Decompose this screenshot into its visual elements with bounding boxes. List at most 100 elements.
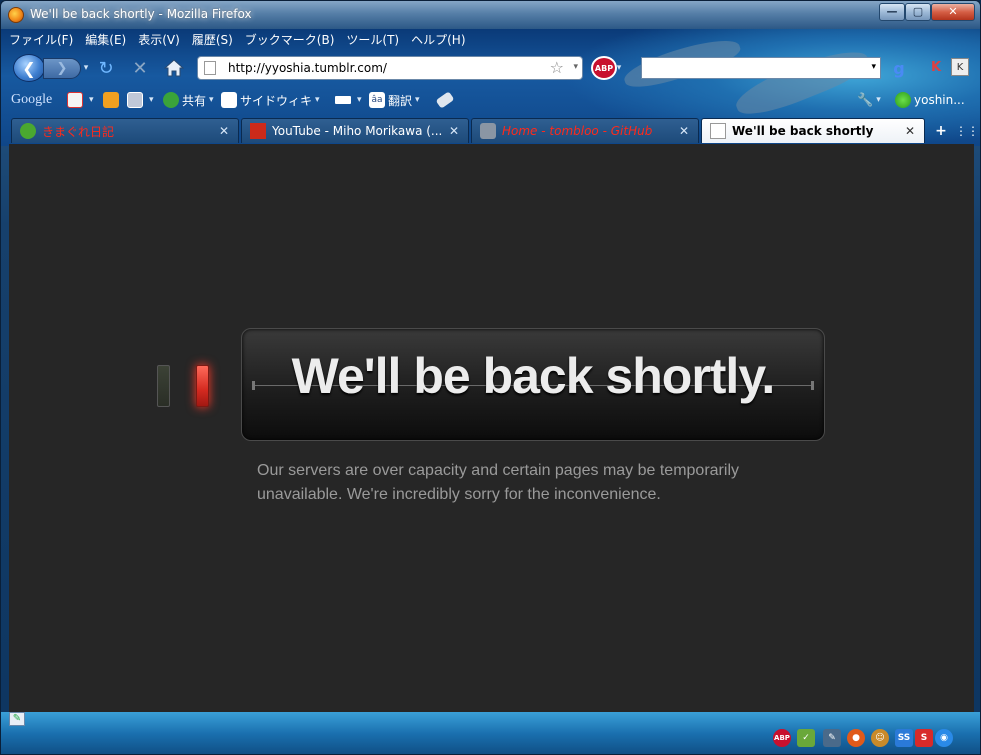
status-light-red <box>196 365 209 407</box>
adblock-dropdown[interactable]: ▾ <box>615 63 623 73</box>
menu-tools[interactable]: ツール(T) <box>346 31 399 49</box>
browser-window: We'll be back shortly - Mozilla Firefox … <box>0 0 981 755</box>
reload-icon: ↻ <box>98 57 114 79</box>
home-button[interactable] <box>163 57 185 79</box>
ss-status-icon[interactable]: SS <box>895 729 913 747</box>
sidewiki-label: サイドウィキ <box>240 93 313 108</box>
tab-github[interactable]: Home - tombloo - GitHub ✕ <box>471 118 699 143</box>
tab-close-icon[interactable]: ✕ <box>446 124 462 138</box>
note-status-icon[interactable]: ✓ <box>797 729 815 747</box>
google-bookmark[interactable]: Google <box>11 90 52 110</box>
url-dropdown[interactable]: ▾ <box>573 62 578 72</box>
title-bar: We'll be back shortly - Mozilla Firefox … <box>1 1 980 29</box>
github-favicon <box>480 123 496 139</box>
ff-status-icon[interactable]: ● <box>847 729 865 747</box>
calendar-icon <box>127 92 143 108</box>
pen-status-icon[interactable]: ✎ <box>823 729 841 747</box>
firefox-icon <box>8 7 24 23</box>
maximize-button[interactable]: ▢ <box>905 3 931 21</box>
tab-title: We'll be back shortly <box>732 124 874 138</box>
tab-close-icon[interactable]: ✕ <box>902 124 918 138</box>
gmail-bookmark[interactable]: ▾ <box>67 90 94 110</box>
menu-file[interactable]: ファイル(F) <box>9 31 73 49</box>
dropdown-icon: ▾ <box>357 95 362 105</box>
home-icon <box>164 59 184 77</box>
translate-bookmark[interactable]: âa 翻訳 ▾ <box>369 90 420 110</box>
mail-icon <box>67 92 83 108</box>
all-tabs-button[interactable]: ⋮⋮ <box>955 121 979 141</box>
menu-bookmarks[interactable]: ブックマーク(B) <box>245 31 335 49</box>
close-button[interactable]: ✕ <box>931 3 975 21</box>
stop-icon: ✕ <box>132 57 148 79</box>
share-label: 共有 <box>182 93 207 108</box>
keyboard-icon[interactable]: K <box>951 58 969 76</box>
share-bookmark[interactable]: 共有 ▾ <box>163 90 214 110</box>
minimize-button[interactable]: — <box>879 3 905 21</box>
tab-title: YouTube - Miho Morikawa (... <box>272 124 443 138</box>
tab-youtube[interactable]: YouTube - Miho Morikawa (... ✕ <box>241 118 469 143</box>
user-label: yoshin... <box>914 93 965 107</box>
menu-view[interactable]: 表示(V) <box>138 31 180 49</box>
google-toolbar-icon[interactable]: g <box>887 55 911 81</box>
navigation-toolbar: ❮ ❯ ▾ ↻ ✕ http://yyoshia.tumblr.com/ ☆ ▾… <box>9 53 974 83</box>
eraser-icon <box>435 91 455 109</box>
tab-bar: きまぐれ日記 ✕ YouTube - Miho Morikawa (... ✕ … <box>9 118 979 143</box>
history-dropdown[interactable]: ▾ <box>81 63 91 73</box>
page-icon <box>204 61 216 75</box>
translate-icon: âa <box>369 92 385 108</box>
user-status[interactable]: yoshin... <box>895 90 965 110</box>
dropdown-icon: ▾ <box>415 95 420 105</box>
bookmark-star-icon[interactable]: ☆ <box>550 58 564 77</box>
new-tab-button[interactable]: + <box>931 121 951 141</box>
s-status-icon[interactable]: S <box>915 729 933 747</box>
kimagure-favicon <box>20 123 36 139</box>
tab-close-icon[interactable]: ✕ <box>216 124 232 138</box>
adblock-button[interactable]: ABP <box>591 56 617 80</box>
greasemonkey-icon[interactable]: ☺ <box>871 729 889 747</box>
sidewiki-icon <box>221 92 237 108</box>
abp-status-icon[interactable]: ABP <box>773 729 791 747</box>
page-message: Our servers are over capacity and certai… <box>257 462 739 503</box>
status-light-off <box>157 365 170 407</box>
menu-help[interactable]: ヘルプ(H) <box>411 31 465 49</box>
back-button[interactable]: ❮ <box>13 54 45 82</box>
dropdown-icon: ▾ <box>89 95 94 105</box>
edit-page-icon[interactable]: ✎ <box>9 712 25 726</box>
page-content: We'll be back shortly. Our servers are o… <box>9 144 974 712</box>
forward-arrow-icon: ❯ <box>56 61 68 76</box>
stop-button[interactable]: ✕ <box>129 57 151 79</box>
address-bar[interactable]: http://yyoshia.tumblr.com/ ☆ ▾ <box>197 56 583 80</box>
page-favicon <box>710 123 726 139</box>
menu-history[interactable]: 履歴(S) <box>192 31 233 49</box>
tab-current[interactable]: We'll be back shortly ✕ <box>701 118 925 143</box>
highlighter-icon <box>335 96 351 104</box>
menu-bar: ファイル(F) 編集(E) 表示(V) 履歴(S) ブックマーク(B) ツール(… <box>9 31 466 49</box>
amazon-bookmark[interactable] <box>103 90 122 110</box>
tab-kimagure[interactable]: きまぐれ日記 ✕ <box>11 118 239 143</box>
search-input[interactable]: ▾ <box>641 57 881 79</box>
dropdown-icon: ▾ <box>876 95 881 105</box>
reload-button[interactable]: ↻ <box>95 57 117 79</box>
globe-status-icon[interactable]: ◉ <box>935 729 953 747</box>
calendar-bookmark[interactable]: ▾ <box>127 90 154 110</box>
eraser-bookmark[interactable] <box>435 90 456 110</box>
window-title: We'll be back shortly - Mozilla Firefox <box>30 7 252 21</box>
translate-label: 翻訳 <box>388 93 413 108</box>
search-dropdown[interactable]: ▾ <box>871 62 876 72</box>
dropdown-icon: ▾ <box>149 95 154 105</box>
dropdown-icon: ▾ <box>315 95 320 105</box>
online-status-icon <box>895 92 911 108</box>
back-arrow-icon: ❮ <box>22 58 36 78</box>
forward-button[interactable]: ❯ <box>43 58 81 79</box>
highlight-bookmark[interactable]: ▾ <box>335 90 362 110</box>
amazon-icon <box>103 92 119 108</box>
tab-close-icon[interactable]: ✕ <box>676 124 692 138</box>
sidewiki-bookmark[interactable]: サイドウィキ ▾ <box>221 90 320 110</box>
wrench-icon: 🔧 <box>857 92 874 108</box>
menu-edit[interactable]: 編集(E) <box>85 31 126 49</box>
kaspersky-icon[interactable]: K <box>927 58 945 76</box>
google-logo: Google <box>11 92 53 107</box>
url-text[interactable]: http://yyoshia.tumblr.com/ <box>228 61 387 75</box>
tab-title: Home - tombloo - GitHub <box>502 124 653 138</box>
tools-wrench-button[interactable]: 🔧 ▾ <box>857 90 881 110</box>
